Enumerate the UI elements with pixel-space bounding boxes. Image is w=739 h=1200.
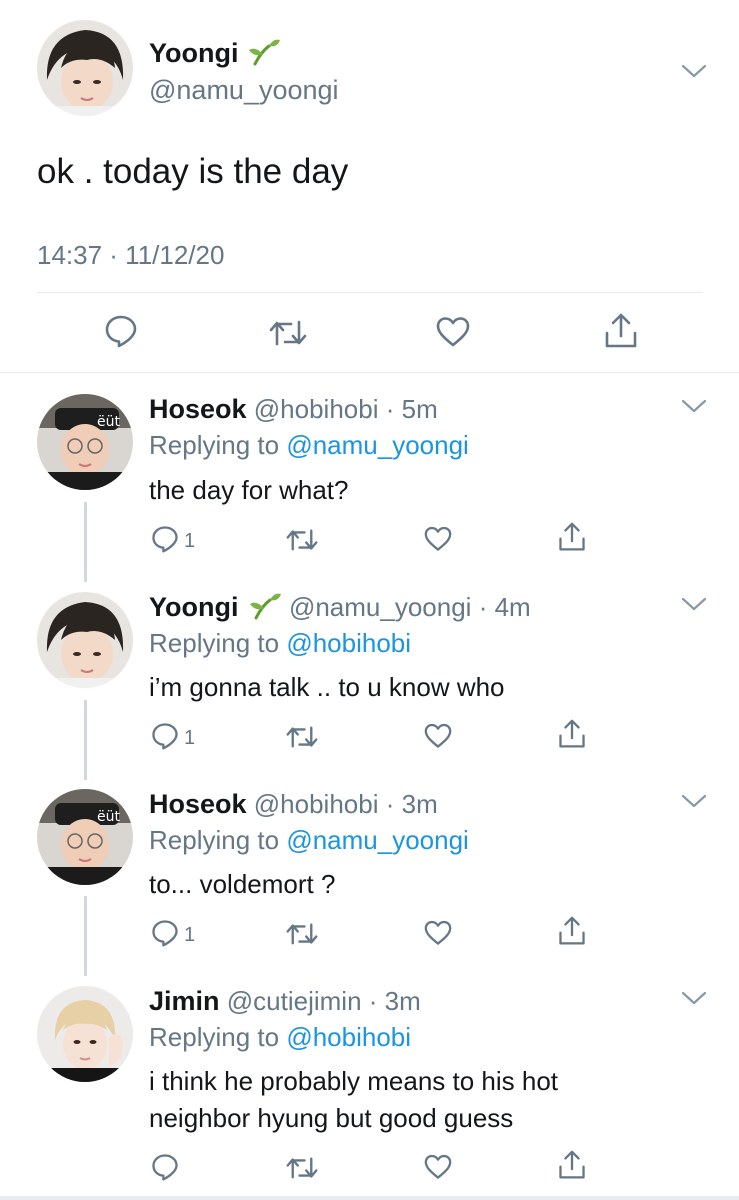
retweet-icon[interactable] <box>286 527 318 553</box>
share-icon[interactable] <box>604 313 638 349</box>
avatar-jimin[interactable] <box>37 986 133 1082</box>
replying-label: Replying to <box>149 430 280 460</box>
reply-time: · 3m <box>385 789 438 819</box>
reply-text-line-2: neighbor hyung but good guess <box>149 1103 514 1133</box>
replying-label: Replying to <box>149 628 280 658</box>
retweet-icon[interactable] <box>286 921 318 947</box>
avatar-hoseok[interactable]: ëüt <box>37 394 133 490</box>
replying-to-link[interactable]: @namu_yoongi <box>286 825 469 855</box>
share-icon[interactable] <box>558 1150 586 1180</box>
replying-label: Replying to <box>149 825 280 855</box>
divider <box>37 292 703 293</box>
reply-icon[interactable] <box>151 722 179 750</box>
reply-time: · 4m <box>478 592 531 622</box>
svg-text:ëüt: ëüt <box>97 809 120 825</box>
replying-label: Replying to <box>149 1022 280 1052</box>
bottom-edge <box>0 1196 739 1200</box>
reply-icon[interactable] <box>151 525 179 553</box>
thread-line <box>84 896 87 976</box>
like-icon[interactable] <box>424 920 452 946</box>
display-name[interactable]: Jimin <box>149 986 220 1016</box>
seedling-icon <box>248 592 282 620</box>
svg-text:ëüt: ëüt <box>97 414 120 430</box>
thread-line <box>84 700 87 780</box>
like-icon[interactable] <box>424 1154 452 1180</box>
reply-time: · 3m <box>368 986 421 1016</box>
reply-icon[interactable] <box>151 919 179 947</box>
reply-text: the day for what? <box>149 475 349 505</box>
retweet-icon[interactable] <box>286 724 318 750</box>
like-icon[interactable] <box>436 316 470 348</box>
share-icon[interactable] <box>558 522 586 552</box>
display-name[interactable]: Hoseok <box>149 789 247 819</box>
display-name[interactable]: Yoongi <box>149 592 238 622</box>
chevron-down-icon[interactable] <box>681 63 707 79</box>
reply-count: 1 <box>184 924 196 946</box>
divider <box>0 372 739 373</box>
handle[interactable]: @cutiejimin <box>227 986 362 1016</box>
avatar-hoseok[interactable]: ëüt <box>37 789 133 885</box>
retweet-icon[interactable] <box>269 318 307 348</box>
share-icon[interactable] <box>558 719 586 749</box>
reply-count: 1 <box>184 727 196 749</box>
tweet-timestamp[interactable]: 14:37 · 11/12/20 <box>37 240 224 271</box>
handle[interactable]: @hobihobi <box>254 394 379 424</box>
reply-text: to... voldemort ? <box>149 869 336 899</box>
reply-count: 1 <box>184 530 196 552</box>
handle[interactable]: @namu_yoongi <box>289 592 472 622</box>
replying-to-link[interactable]: @namu_yoongi <box>286 430 469 460</box>
avatar-yoongi[interactable] <box>37 592 133 688</box>
seedling-icon <box>247 38 281 66</box>
share-icon[interactable] <box>558 916 586 946</box>
tweet-text: ok . today is the day <box>37 152 349 191</box>
reply-time: · 5m <box>385 394 438 424</box>
reply-text: i’m gonna talk .. to u know who <box>149 672 505 702</box>
display-name[interactable]: Yoongi <box>149 38 238 68</box>
chevron-down-icon[interactable] <box>681 793 707 809</box>
avatar-yoongi-main[interactable] <box>37 20 133 116</box>
like-icon[interactable] <box>424 526 452 552</box>
thread-line <box>84 502 87 582</box>
like-icon[interactable] <box>424 723 452 749</box>
reply-icon[interactable] <box>104 314 138 348</box>
handle[interactable]: @hobihobi <box>254 789 379 819</box>
display-name[interactable]: Hoseok <box>149 394 247 424</box>
chevron-down-icon[interactable] <box>681 398 707 414</box>
handle[interactable]: @namu_yoongi <box>149 75 339 106</box>
reply-icon[interactable] <box>151 1153 179 1181</box>
reply-text-line-1: i think he probably means to his hot <box>149 1066 559 1096</box>
chevron-down-icon[interactable] <box>681 596 707 612</box>
retweet-icon[interactable] <box>286 1155 318 1181</box>
chevron-down-icon[interactable] <box>681 990 707 1006</box>
replying-to-link[interactable]: @hobihobi <box>286 1022 411 1052</box>
replying-to-link[interactable]: @hobihobi <box>286 628 411 658</box>
